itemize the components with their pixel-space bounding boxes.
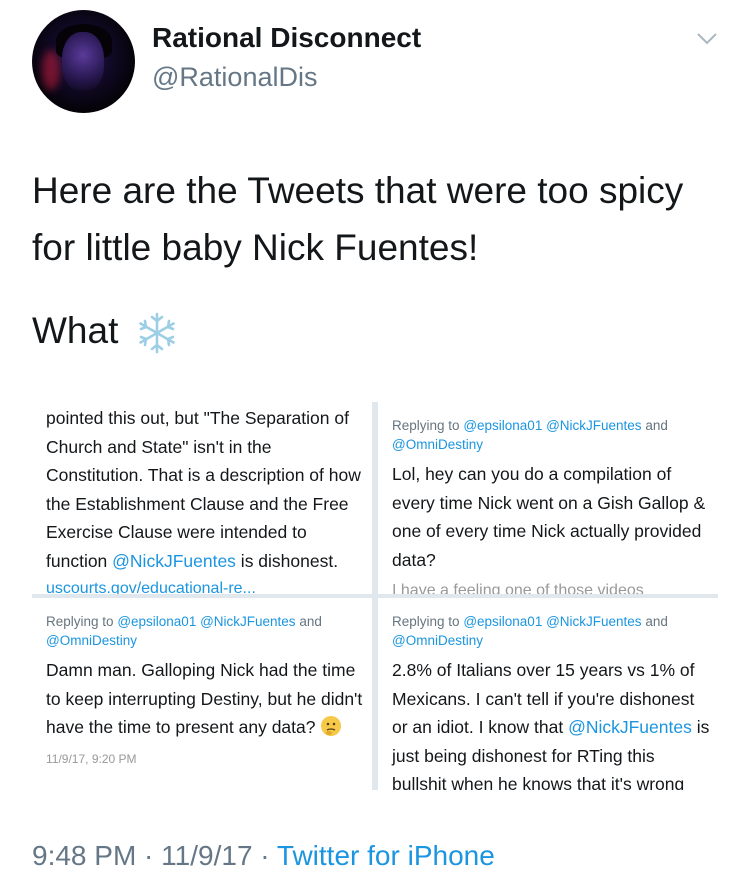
tweet-screenshot-3: Replying to @epsilona01 @NickJFuentes an… [46, 612, 364, 766]
screenshot-1-link: uscourts.gov/educational-re... [46, 580, 256, 594]
media-image-3[interactable]: Replying to @epsilona01 @NickJFuentes an… [32, 598, 372, 790]
media-grid[interactable]: pointed this out, but "The Separation of… [32, 402, 718, 790]
screenshot-3-replying: Replying to @epsilona01 @NickJFuentes an… [46, 612, 364, 650]
replying-mention-2: @OmniDestiny [46, 633, 137, 648]
screenshot-1-mention: @NickJFuentes [112, 550, 236, 571]
screenshot-2-text: Lol, hey can you do a compilation of eve… [392, 464, 706, 570]
thinking-face-icon [321, 716, 342, 736]
avatar-glow [42, 50, 60, 90]
tweet-screenshot-1: pointed this out, but "The Separation of… [46, 404, 366, 594]
tweet-source-link[interactable]: Twitter for iPhone [277, 840, 495, 871]
replying-mention-2: @OmniDestiny [392, 437, 483, 452]
user-handle[interactable]: @RationalDis [152, 62, 317, 93]
replying-and: and [299, 614, 322, 629]
screenshot-4-replying: Replying to @epsilona01 @NickJFuentes an… [392, 612, 710, 650]
replying-and: and [645, 418, 668, 433]
screenshot-2-replying: Replying to @epsilona01 @NickJFuentes an… [392, 416, 710, 454]
tweet-metadata: 9:48 PM · 11/9/17 · Twitter for iPhone [32, 840, 495, 872]
tweet-text-line1: Here are the Tweets that were too spicy … [32, 170, 684, 268]
screenshot-4-text: 2.8% of Italians over 15 years vs 1% of … [392, 656, 710, 770]
replying-mention-2: @OmniDestiny [392, 633, 483, 648]
replying-mentions: @epsilona01 @NickJFuentes [463, 418, 642, 433]
separator: · [252, 840, 277, 871]
screenshot-3-text: Damn man. Galloping Nick had the time to… [46, 656, 364, 742]
snowflake-icon [138, 312, 175, 354]
media-image-1[interactable]: pointed this out, but "The Separation of… [32, 402, 372, 594]
display-name[interactable]: Rational Disconnect [152, 22, 421, 54]
replying-label: Replying to [392, 418, 460, 433]
screenshot-4-cut-text: bullshit when he knows that it's wrong [392, 774, 685, 790]
avatar[interactable] [32, 10, 135, 113]
separator: · [136, 840, 162, 871]
tweet-screenshot-4: Replying to @epsilona01 @NickJFuentes an… [392, 612, 710, 790]
chevron-down-icon[interactable] [696, 32, 718, 46]
screenshot-1-text: pointed this out, but "The Separation of… [46, 408, 361, 571]
screenshot-4-mention: @NickJFuentes [568, 717, 692, 737]
replying-and: and [645, 614, 668, 629]
screenshot-3-timestamp: 11/9/17, 9:20 PM [46, 751, 137, 766]
replying-label: Replying to [392, 614, 460, 629]
screenshot-1-text-end: is dishonest. [235, 550, 339, 571]
replying-mentions: @epsilona01 @NickJFuentes [117, 614, 296, 629]
media-image-2[interactable]: Replying to @epsilona01 @NickJFuentes an… [378, 402, 718, 594]
tweet-date[interactable]: 11/9/17 [161, 840, 252, 871]
media-image-4[interactable]: Replying to @epsilona01 @NickJFuentes an… [378, 598, 718, 790]
screenshot-3-body: Damn man. Galloping Nick had the time to… [46, 660, 363, 737]
screenshot-2-cut-text: I have a feeling one of those videos [392, 582, 644, 594]
tweet-screenshot-2: Replying to @epsilona01 @NickJFuentes an… [392, 416, 710, 594]
tweet-text-line2: What [32, 302, 722, 359]
replying-mentions: @epsilona01 @NickJFuentes [463, 614, 642, 629]
tweet-time[interactable]: 9:48 PM [32, 840, 136, 871]
tweet-text: Here are the Tweets that were too spicy … [32, 162, 722, 359]
replying-label: Replying to [46, 614, 114, 629]
tweet-text-what: What [32, 310, 119, 351]
avatar-face [62, 32, 104, 90]
